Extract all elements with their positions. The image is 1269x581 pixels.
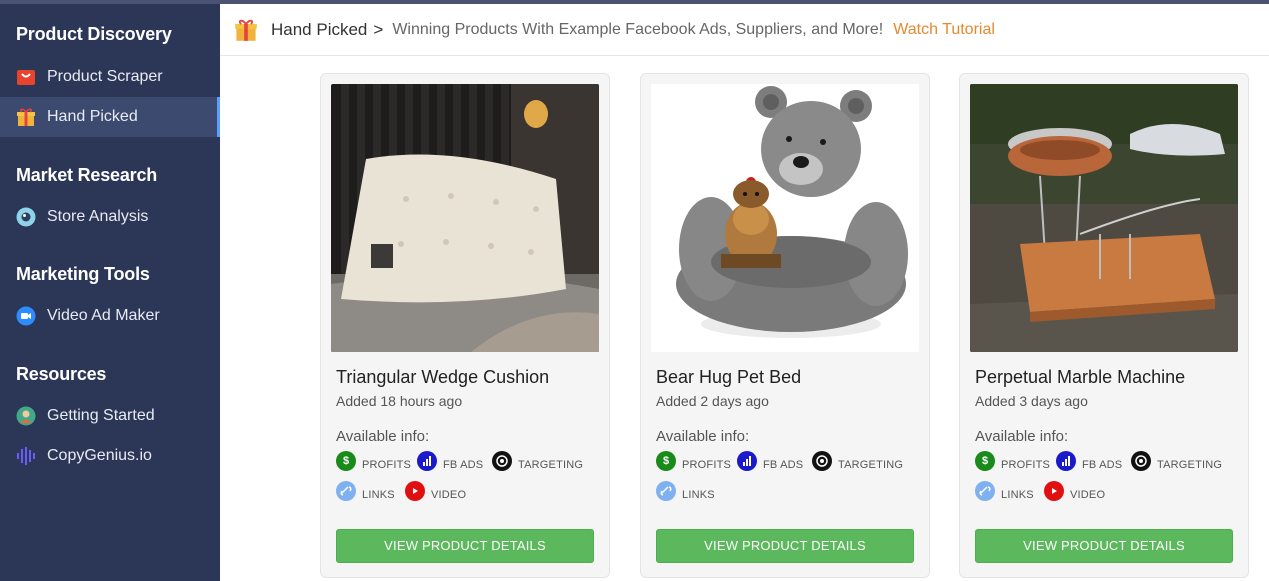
link-icon	[656, 481, 676, 501]
info-label: TARGETING	[518, 459, 584, 471]
info-label: FB ADS	[763, 459, 804, 471]
view-product-details-button[interactable]: VIEW PRODUCT DETAILS	[656, 529, 914, 563]
bar-chart-icon	[417, 451, 437, 471]
info-profits: $ PROFITS	[336, 451, 411, 471]
info-links: LINKS	[975, 481, 1034, 501]
info-label: LINKS	[362, 489, 395, 501]
product-image[interactable]	[331, 84, 599, 352]
section-title-marketing-tools: Marketing Tools	[16, 264, 150, 284]
info-label: LINKS	[1001, 489, 1034, 501]
link-icon	[975, 481, 995, 501]
person-icon	[16, 406, 36, 426]
product-title[interactable]: Bear Hug Pet Bed	[656, 367, 801, 388]
page-header: Hand Picked > Winning Products With Exam…	[220, 4, 1269, 56]
info-label: VIDEO	[431, 489, 467, 501]
sidebar-item-store-analysis[interactable]: Store Analysis	[0, 197, 220, 237]
sidebar-item-label: Product Scraper	[47, 68, 163, 85]
sidebar-item-video-ad-maker[interactable]: Video Ad Maker	[0, 296, 220, 336]
soundwave-icon	[16, 446, 36, 466]
section-title-product-discovery: Product Discovery	[16, 24, 172, 44]
gift-icon	[234, 18, 258, 42]
info-fb-ads: FB ADS	[417, 451, 483, 471]
info-label: FB ADS	[1082, 459, 1123, 471]
info-video: VIDEO	[1044, 481, 1105, 501]
info-links: LINKS	[336, 481, 395, 501]
available-info-label: Available info:	[656, 428, 750, 445]
info-label: FB ADS	[443, 459, 484, 471]
target-icon	[1131, 451, 1151, 471]
product-image[interactable]	[970, 84, 1238, 352]
play-icon	[1044, 481, 1064, 501]
product-added-time: Added 3 days ago	[975, 393, 1088, 409]
breadcrumb-separator: >	[373, 19, 384, 39]
bar-chart-icon	[737, 451, 757, 471]
info-label: TARGETING	[1157, 459, 1223, 471]
info-links: LINKS	[656, 481, 715, 501]
play-icon	[405, 481, 425, 501]
product-title[interactable]: Perpetual Marble Machine	[975, 367, 1185, 388]
dollar-icon: $	[336, 451, 356, 471]
view-product-details-button[interactable]: VIEW PRODUCT DETAILS	[975, 529, 1233, 563]
info-profits: $ PROFITS	[656, 451, 731, 471]
video-camera-icon	[16, 306, 36, 326]
target-icon	[812, 451, 832, 471]
product-card: Perpetual Marble Machine Added 3 days ag…	[959, 73, 1249, 578]
sidebar-item-hand-picked[interactable]: Hand Picked	[0, 97, 220, 137]
target-icon	[492, 451, 512, 471]
sidebar-item-label: Hand Picked	[47, 108, 138, 125]
info-fb-ads: FB ADS	[1056, 451, 1122, 471]
info-targeting: TARGETING	[1131, 451, 1222, 471]
product-title[interactable]: Triangular Wedge Cushion	[336, 367, 549, 388]
product-card: Bear Hug Pet Bed Added 2 days ago Availa…	[640, 73, 930, 578]
sidebar-item-label: Getting Started	[47, 407, 155, 424]
sidebar-item-copygenius[interactable]: CopyGenius.io	[0, 436, 220, 476]
info-label: PROFITS	[682, 459, 732, 471]
sidebar: Product Discovery Product Scraper Hand P…	[0, 4, 220, 581]
eye-icon	[16, 207, 36, 227]
available-info-label: Available info:	[975, 428, 1069, 445]
sidebar-item-label: CopyGenius.io	[47, 447, 152, 464]
sidebar-item-product-scraper[interactable]: Product Scraper	[0, 57, 220, 97]
view-product-details-button[interactable]: VIEW PRODUCT DETAILS	[336, 529, 594, 563]
info-video: VIDEO	[405, 481, 466, 501]
gift-icon	[16, 107, 36, 127]
product-added-time: Added 18 hours ago	[336, 393, 463, 409]
shopping-bag-icon	[16, 67, 36, 87]
product-added-time: Added 2 days ago	[656, 393, 769, 409]
info-label: TARGETING	[838, 459, 904, 471]
sidebar-item-label: Store Analysis	[47, 208, 149, 225]
info-fb-ads: FB ADS	[737, 451, 803, 471]
sidebar-item-label: Video Ad Maker	[47, 307, 160, 324]
watch-tutorial-link[interactable]: Watch Tutorial	[893, 21, 995, 39]
info-label: LINKS	[682, 489, 715, 501]
dollar-icon: $	[656, 451, 676, 471]
info-profits: $ PROFITS	[975, 451, 1050, 471]
available-info-label: Available info:	[336, 428, 430, 445]
page-subtitle: Winning Products With Example Facebook A…	[392, 20, 884, 38]
dollar-icon: $	[975, 451, 995, 471]
info-label: PROFITS	[1001, 459, 1051, 471]
product-card: Triangular Wedge Cushion Added 18 hours …	[320, 73, 610, 578]
link-icon	[336, 481, 356, 501]
info-targeting: TARGETING	[812, 451, 903, 471]
scrollbar[interactable]	[1263, 56, 1269, 581]
section-title-resources: Resources	[16, 364, 107, 384]
section-title-market-research: Market Research	[16, 165, 158, 185]
product-image[interactable]	[651, 84, 919, 352]
bar-chart-icon	[1056, 451, 1076, 471]
info-targeting: TARGETING	[492, 451, 583, 471]
info-label: PROFITS	[362, 459, 412, 471]
sidebar-item-getting-started[interactable]: Getting Started	[0, 396, 220, 436]
info-label: VIDEO	[1070, 489, 1106, 501]
breadcrumb: Hand Picked	[271, 19, 368, 39]
